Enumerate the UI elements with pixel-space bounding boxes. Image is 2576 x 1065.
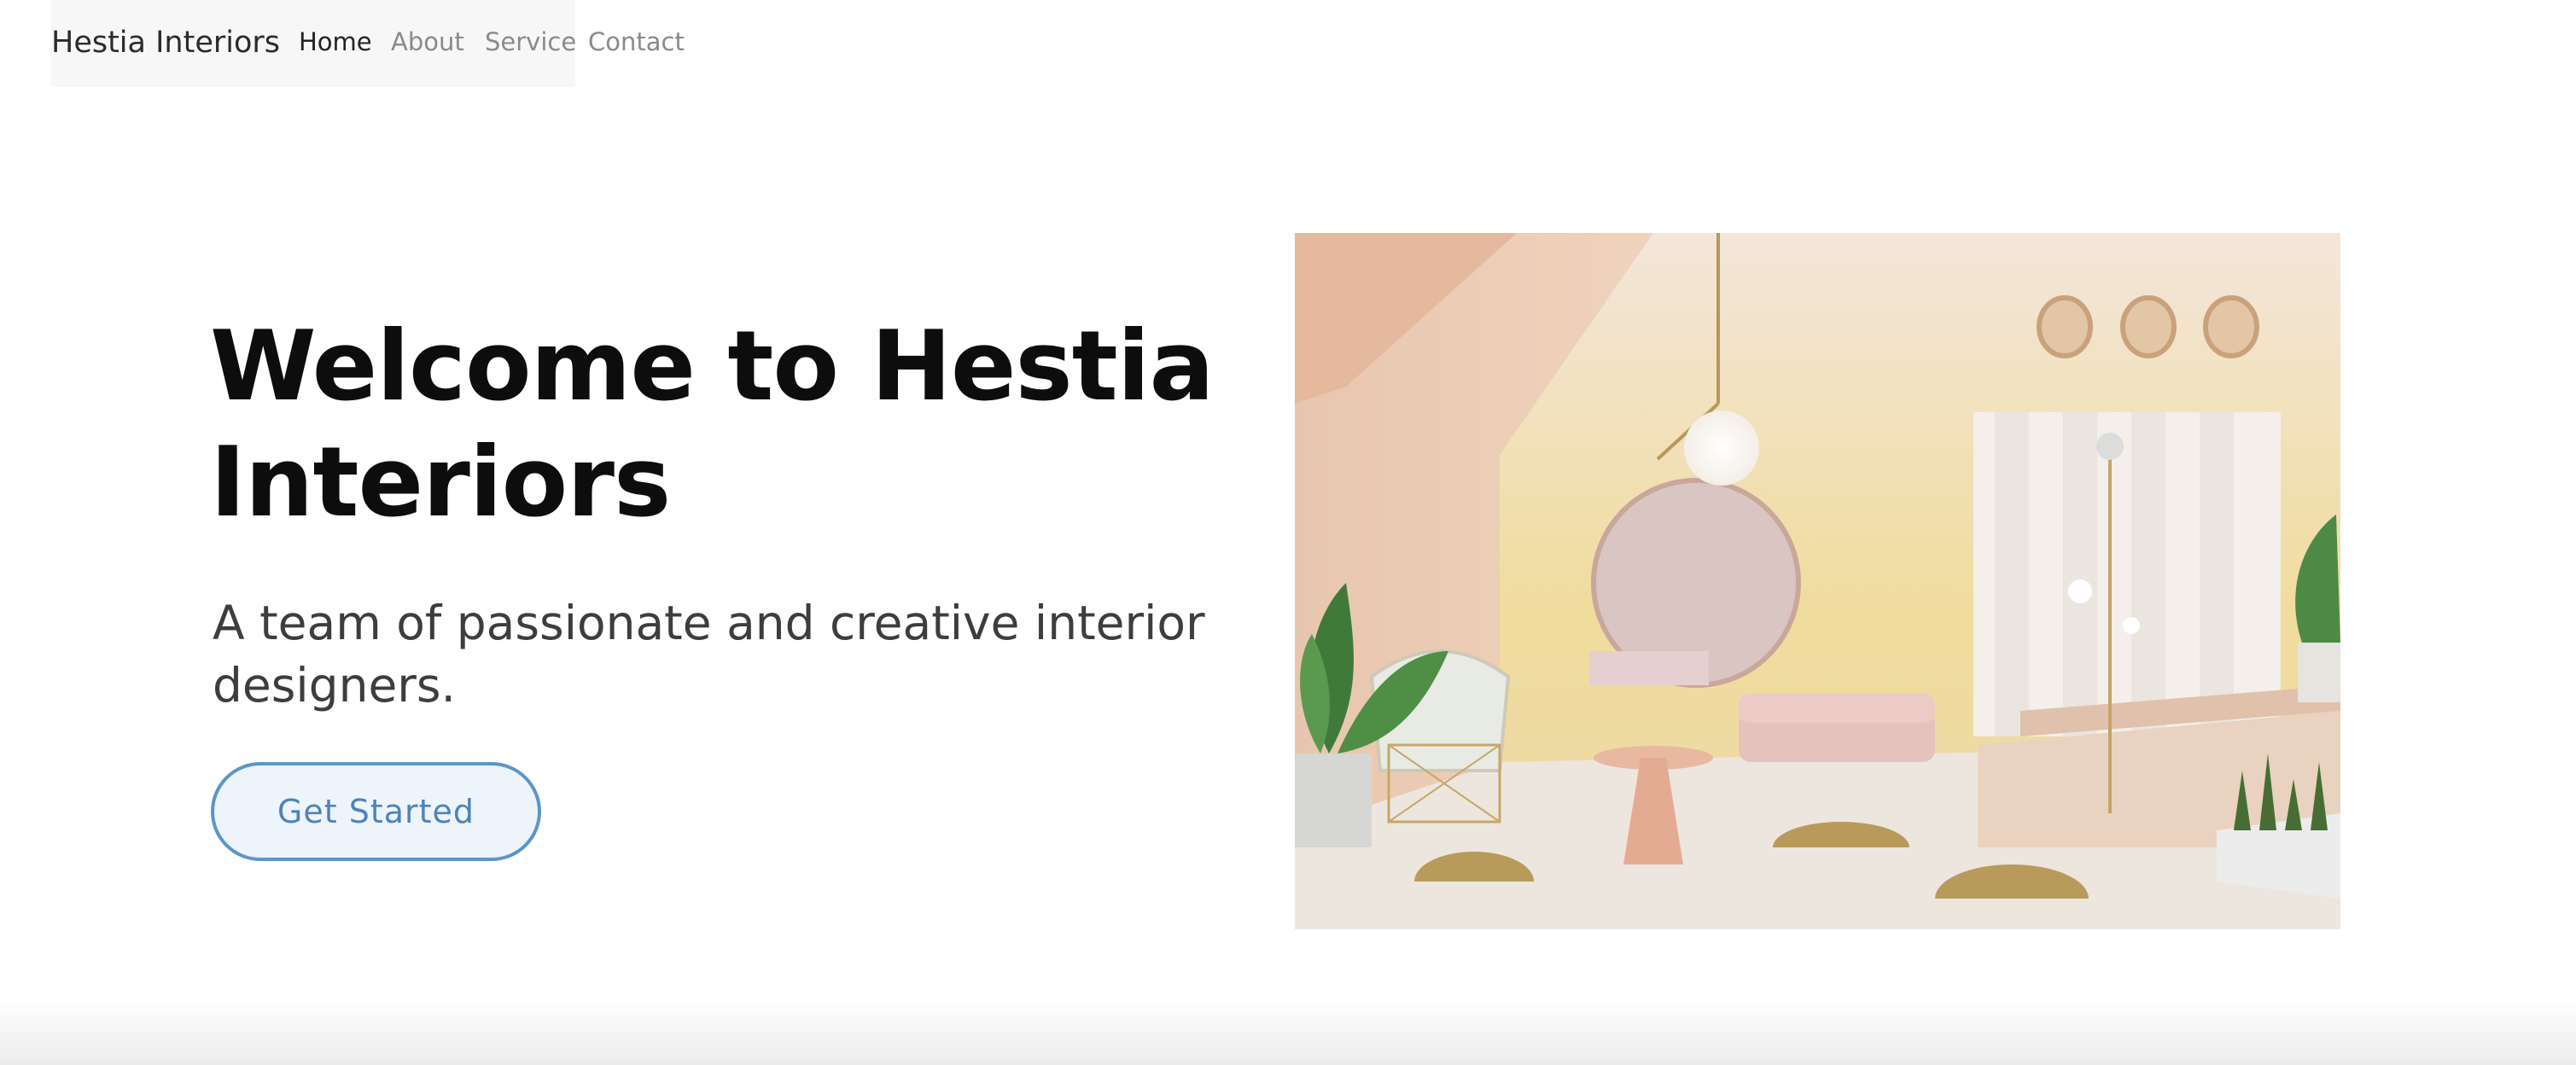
get-started-button[interactable]: Get Started xyxy=(211,762,541,861)
hero-image xyxy=(1295,233,2340,929)
navbar: Hestia Interiors Home About Service Cont… xyxy=(51,0,685,87)
hero-subtitle: A team of passionate and creative interi… xyxy=(213,596,1205,713)
nav-link-about[interactable]: About xyxy=(391,27,464,56)
landing-page: Hestia Interiors Home About Service Cont… xyxy=(0,0,2576,1065)
hero-title: Welcome to Hestia Interiors xyxy=(210,309,1217,540)
bottom-fade xyxy=(0,997,2576,1065)
hero-title-line-2: Interiors xyxy=(210,425,671,538)
brand-logo[interactable]: Hestia Interiors xyxy=(51,26,280,60)
nav-link-home[interactable]: Home xyxy=(299,27,372,56)
nav-link-contact[interactable]: Contact xyxy=(588,27,685,56)
nav-link-service[interactable]: Service xyxy=(485,27,576,56)
hero-title-line-1: Welcome to Hestia xyxy=(210,310,1215,422)
